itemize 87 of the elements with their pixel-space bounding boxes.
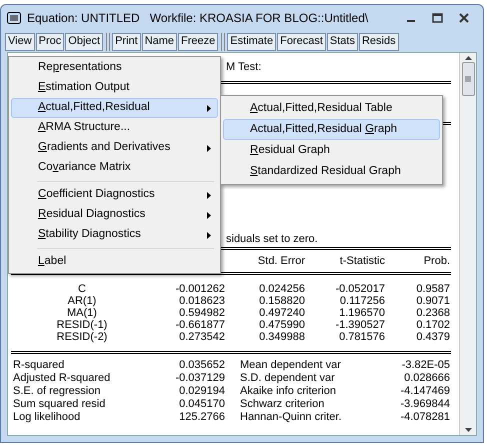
menu-item[interactable]: Residual Graph <box>223 140 440 161</box>
stat-label: Mean dependent var <box>240 359 342 372</box>
menu-item[interactable]: Label <box>11 252 218 272</box>
table-cell-text: -0.052017 <box>334 283 385 295</box>
menu-item[interactable]: Representations <box>11 58 218 78</box>
table-cell-text: 0.9071 <box>415 295 450 307</box>
menu-item[interactable]: Residual Diagnostics <box>11 205 218 225</box>
table-cell-text: 0.117256 <box>338 295 385 307</box>
stat-value: -0.037129 <box>174 372 225 385</box>
table-cell-text: 0.594982 <box>178 307 225 319</box>
stat-label: Hannan-Quinn criter. <box>240 411 342 424</box>
stat-value: 0.035652 <box>178 359 225 372</box>
toolbar-button[interactable]: View <box>5 32 35 50</box>
table-cell-text: 1.196570 <box>338 307 385 319</box>
scroll-down-icon[interactable] <box>464 428 472 432</box>
table-cell-text: MA(1) <box>66 307 98 319</box>
menu-icon[interactable] <box>7 12 21 24</box>
scroll-thumb[interactable] <box>462 62 474 96</box>
note-text: siduals set to zero. <box>226 233 318 245</box>
stat-value: -3.82E-05 <box>400 359 450 372</box>
toolbar-button[interactable]: Freeze <box>178 32 218 50</box>
table-cell-text: 0.1702 <box>415 319 450 331</box>
table-cell-text: -0.661877 <box>174 319 225 331</box>
submenu-arrow-icon <box>207 232 211 238</box>
menu-item[interactable]: Standardized Residual Graph <box>223 161 440 182</box>
menu-item[interactable]: Covariance Matrix <box>11 158 218 178</box>
stat-value: 0.028666 <box>403 372 450 385</box>
table-cell-text: 0.4379 <box>415 331 450 343</box>
table-cell-text: 0.475990 <box>258 319 305 331</box>
menu-item[interactable]: Coefficient Diagnostics <box>11 185 218 205</box>
table-cell-text: -1.390527 <box>334 319 385 331</box>
stat-value: -4.078281 <box>399 411 450 424</box>
table-cell-text: AR(1) <box>66 295 98 307</box>
menu-item[interactable]: Actual,Fitted,Residual <box>11 98 218 118</box>
menu-item[interactable]: ARMA Structure... <box>11 118 218 138</box>
submenu-arrow-icon <box>207 192 211 198</box>
table-cell-text: 0.349988 <box>258 331 305 343</box>
column-header: Std. Error <box>256 254 305 269</box>
submenu-arrow-icon <box>207 212 211 218</box>
window-title: Equation: UNTITLED Workfile: KROASIA FOR BLOG::Untitled\ <box>27 10 368 27</box>
menu-item[interactable]: Stability Diagnostics <box>11 225 218 245</box>
stat-label: Sum squared resid <box>12 398 106 411</box>
table-cell-text: 0.9587 <box>415 283 450 295</box>
toolbar-button[interactable]: Estimate <box>227 32 276 50</box>
stat-value: 0.045170 <box>178 398 225 411</box>
table-cell-text: C <box>77 283 87 295</box>
stat-value: -3.969844 <box>399 398 450 411</box>
stat-label: R-squared <box>12 359 66 372</box>
menu-item[interactable]: Estimation Output <box>11 78 218 98</box>
maximize-icon[interactable] <box>432 13 443 23</box>
table-cell-text: 0.158820 <box>258 295 305 307</box>
toolbar-button[interactable]: Print <box>112 32 141 50</box>
stat-value: 125.2766 <box>178 411 225 424</box>
toolbar-button[interactable]: Stats <box>326 32 358 50</box>
table-cell-text: 0.781576 <box>338 331 385 343</box>
table-cell-text: 0.024256 <box>258 283 305 295</box>
table-cell-text: -0.001262 <box>174 283 225 295</box>
toolbar-button[interactable]: Resids <box>358 32 399 50</box>
table-cell-text: RESID(-1) <box>56 319 108 331</box>
submenu-arrow-icon <box>207 104 211 112</box>
scroll-up-icon[interactable] <box>464 56 472 60</box>
scrollbar[interactable] <box>459 53 476 435</box>
stat-value: -4.147469 <box>399 385 450 398</box>
stat-label: Schwarz criterion <box>240 398 326 411</box>
toolbar-button[interactable]: Object <box>65 32 104 50</box>
submenu-arrow-icon <box>207 144 211 152</box>
menu-item[interactable]: Gradients and Derivatives <box>11 138 218 158</box>
table-cell-text: 0.497240 <box>258 307 305 319</box>
table-cell-text: 0.2368 <box>415 307 450 319</box>
table-cell-text: 0.273542 <box>178 331 225 343</box>
stat-value: 0.029194 <box>178 385 225 398</box>
menu-item[interactable]: Actual,Fitted,Residual Graph <box>223 119 440 140</box>
close-icon[interactable] <box>459 13 469 23</box>
stat-label: Adjusted R-squared <box>12 372 112 385</box>
toolbar-button[interactable]: Name <box>142 32 178 50</box>
stat-label: Log likelihood <box>12 411 82 424</box>
table-cell-text: RESID(-2) <box>56 331 108 343</box>
column-header: t-Statistic <box>338 254 385 269</box>
test-title: M Test: <box>226 61 262 73</box>
stat-label: Akaike info criterion <box>240 385 337 398</box>
toolbar-button[interactable]: Forecast <box>277 32 326 50</box>
stat-label: S.E. of regression <box>12 385 102 398</box>
table-cell-text: 0.018623 <box>178 295 225 307</box>
column-header: Prob. <box>422 254 450 269</box>
stat-label: S.D. dependent var <box>240 372 336 385</box>
menu-item[interactable]: Actual,Fitted,Residual Table <box>223 98 440 119</box>
toolbar-button[interactable]: Proc <box>36 32 64 50</box>
